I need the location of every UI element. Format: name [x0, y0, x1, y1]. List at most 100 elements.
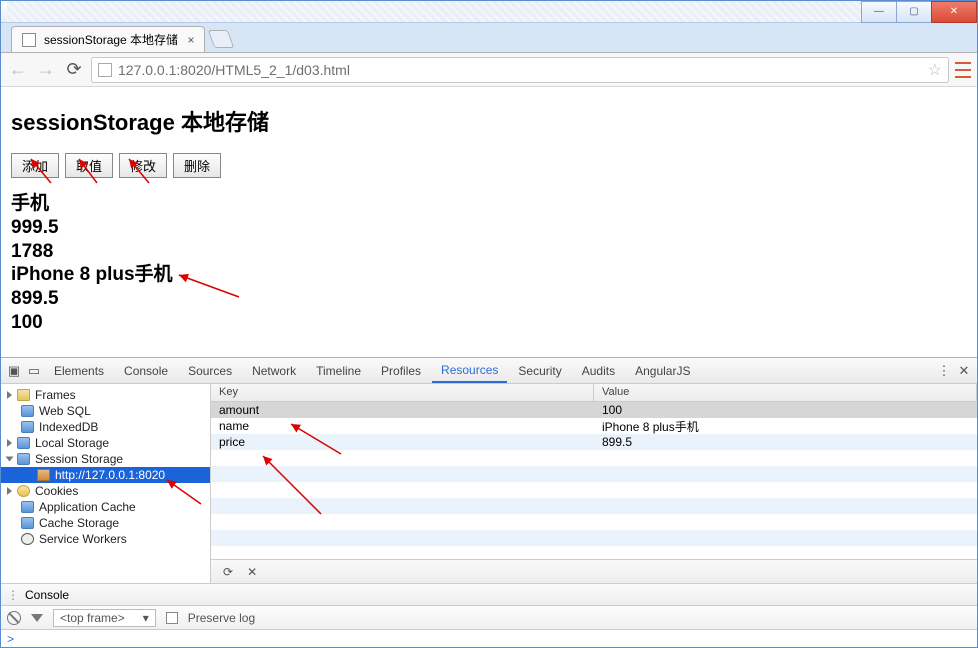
delete-entry-icon[interactable]: ✕ [247, 565, 257, 579]
console-filter-bar: <top frame> ▾ Preserve log [1, 605, 977, 629]
tab-timeline[interactable]: Timeline [307, 360, 370, 382]
tab-angularjs[interactable]: AngularJS [626, 360, 699, 382]
get-button[interactable]: 取值 [65, 153, 113, 178]
storage-table-header: Key Value [211, 384, 977, 402]
tab-title: sessionStorage 本地存储 [44, 31, 178, 48]
refresh-icon[interactable]: ⟳ [223, 565, 233, 579]
button-row: 添加 取值 修改 删除 [11, 153, 967, 178]
address-bar: ← → ⟳ 127.0.0.1:8020/HTML5_2_1/d03.html … [1, 53, 977, 87]
console-drawer-toggle[interactable]: ⋮ Console [1, 583, 977, 605]
output-line: 100 [11, 311, 967, 335]
output-list: 手机 999.5 1788 iPhone 8 plus手机 899.5 100 [11, 192, 967, 335]
context-label: <top frame> [60, 611, 125, 625]
table-row[interactable] [211, 450, 977, 466]
clear-console-icon[interactable] [7, 611, 21, 625]
preserve-log-checkbox[interactable] [166, 612, 178, 624]
devtools-more-icon[interactable]: ⋮ [935, 362, 953, 380]
delete-button[interactable]: 删除 [173, 153, 221, 178]
tree-cookies[interactable]: Cookies [1, 483, 210, 499]
window-titlebar: — ▢ ✕ [1, 1, 977, 23]
filter-icon[interactable] [31, 614, 43, 622]
back-button[interactable]: ← [7, 59, 29, 81]
tree-frames[interactable]: Frames [1, 387, 210, 403]
window-minimize-button[interactable]: — [861, 1, 897, 23]
table-row[interactable] [211, 498, 977, 514]
tab-audits[interactable]: Audits [573, 360, 624, 382]
dock-side-icon[interactable]: ▣ [5, 362, 23, 380]
reload-button[interactable]: ⟳ [63, 59, 85, 81]
edit-button[interactable]: 修改 [119, 153, 167, 178]
table-row[interactable]: price 899.5 [211, 434, 977, 450]
table-row[interactable] [211, 466, 977, 482]
new-tab-button[interactable] [208, 30, 235, 48]
tree-localstorage[interactable]: Local Storage [1, 435, 210, 451]
cell-value: 100 [594, 402, 977, 418]
window-maximize-button[interactable]: ▢ [896, 1, 932, 23]
tree-label: Service Workers [39, 532, 127, 546]
tree-label: Session Storage [35, 452, 123, 466]
tree-label: Cookies [35, 484, 78, 498]
prompt-icon: > [7, 632, 14, 646]
output-line: iPhone 8 plus手机 [11, 263, 967, 287]
tree-cachestorage[interactable]: Cache Storage [1, 515, 210, 531]
col-value[interactable]: Value [594, 384, 977, 401]
tree-label: http://127.0.0.1:8020 [55, 468, 165, 482]
storage-table: Key Value amount 100 name iPhone 8 plus手… [211, 384, 977, 583]
browser-tab[interactable]: sessionStorage 本地存储 × [11, 26, 205, 52]
tree-websql[interactable]: Web SQL [1, 403, 210, 419]
tree-label: IndexedDB [39, 420, 98, 434]
forward-button[interactable]: → [35, 59, 57, 81]
table-row[interactable] [211, 546, 977, 559]
tab-close-button[interactable]: × [186, 35, 196, 45]
tree-label: Cache Storage [39, 516, 119, 530]
menu-button[interactable] [955, 62, 971, 78]
table-row[interactable] [211, 530, 977, 546]
storage-tree: Frames Web SQL IndexedDB Local Storage S… [1, 384, 211, 583]
tree-serviceworkers[interactable]: Service Workers [1, 531, 210, 547]
tab-profiles[interactable]: Profiles [372, 360, 430, 382]
col-key[interactable]: Key [211, 384, 594, 401]
tree-appcache[interactable]: Application Cache [1, 499, 210, 515]
tree-origin[interactable]: http://127.0.0.1:8020 [1, 467, 210, 483]
omnibox[interactable]: 127.0.0.1:8020/HTML5_2_1/d03.html ☆ [91, 57, 949, 83]
output-line: 899.5 [11, 287, 967, 311]
page-heading: sessionStorage 本地存储 [11, 105, 967, 137]
site-icon [98, 63, 112, 77]
table-row[interactable] [211, 482, 977, 498]
storage-rows: amount 100 name iPhone 8 plus手机 price 89… [211, 402, 977, 559]
tab-elements[interactable]: Elements [45, 360, 113, 382]
cell-key: name [211, 418, 594, 434]
tab-security[interactable]: Security [509, 360, 570, 382]
cell-value: iPhone 8 plus手机 [594, 418, 977, 434]
window-buttons: — ▢ ✕ [862, 1, 977, 23]
favicon-icon [22, 33, 36, 47]
tab-network[interactable]: Network [243, 360, 305, 382]
tree-indexeddb[interactable]: IndexedDB [1, 419, 210, 435]
tab-console[interactable]: Console [115, 360, 177, 382]
page-content: sessionStorage 本地存储 添加 取值 修改 删除 手机 999.5… [1, 87, 977, 357]
storage-footer: ⟳ ✕ [211, 559, 977, 583]
console-prompt[interactable]: > [1, 629, 977, 647]
context-selector[interactable]: <top frame> ▾ [53, 609, 156, 627]
tree-label: Local Storage [35, 436, 109, 450]
devtools-close-icon[interactable]: ✕ [955, 362, 973, 380]
output-line: 1788 [11, 240, 967, 264]
table-row[interactable]: amount 100 [211, 402, 977, 418]
tree-label: Frames [35, 388, 76, 402]
window-close-button[interactable]: ✕ [931, 1, 977, 23]
cell-key: amount [211, 402, 594, 418]
window-titlebar-bg [7, 1, 862, 22]
chevron-down-icon: ▾ [143, 611, 149, 625]
bookmark-star-icon[interactable]: ☆ [928, 60, 942, 80]
cell-key: price [211, 434, 594, 450]
add-button[interactable]: 添加 [11, 153, 59, 178]
table-row[interactable]: name iPhone 8 plus手机 [211, 418, 977, 434]
tab-resources[interactable]: Resources [432, 359, 507, 383]
tree-sessionstorage[interactable]: Session Storage [1, 451, 210, 467]
tree-label: Web SQL [39, 404, 91, 418]
device-mode-icon[interactable]: ▭ [25, 362, 43, 380]
tab-sources[interactable]: Sources [179, 360, 241, 382]
devtools: ▣ ▭ Elements Console Sources Network Tim… [1, 357, 977, 647]
tree-label: Application Cache [39, 500, 136, 514]
table-row[interactable] [211, 514, 977, 530]
